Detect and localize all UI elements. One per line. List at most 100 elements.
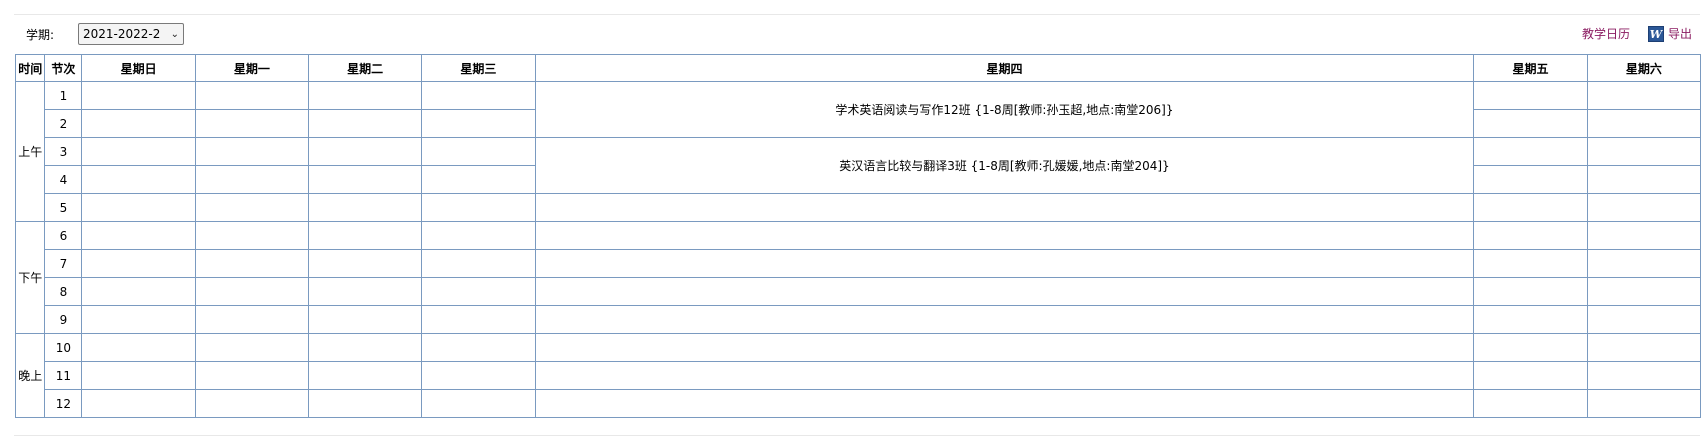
cell	[81, 249, 196, 278]
cell	[307, 165, 423, 194]
cell	[534, 361, 1475, 390]
cell	[1586, 221, 1702, 250]
header-sunday: 星期日	[81, 54, 196, 82]
cell	[534, 221, 1475, 250]
toolbar: 学期: 2021-2022-2 ⌄ 教学日历 W 导出	[14, 22, 1700, 46]
cell	[307, 249, 423, 278]
cell	[421, 137, 536, 166]
term-label: 学期:	[26, 28, 55, 42]
table-row: 下午 6	[14, 221, 1702, 334]
course-cell[interactable]: 学术英语阅读与写作12班 {1-8周[教师:孙玉超,地点:南堂206]}	[534, 81, 1475, 138]
cell	[81, 333, 196, 362]
section-number: 12	[44, 389, 83, 418]
cell	[1473, 109, 1588, 138]
cell	[421, 305, 536, 334]
cell	[1586, 137, 1702, 166]
cell	[421, 109, 536, 138]
cell	[1586, 81, 1702, 110]
header-tuesday: 星期二	[307, 54, 423, 82]
cell	[421, 249, 536, 278]
cell	[1473, 389, 1588, 418]
teaching-calendar-link[interactable]: 教学日历	[1582, 25, 1630, 42]
cell	[307, 361, 423, 390]
cell	[1586, 361, 1702, 390]
table-row: 9	[16, 305, 1702, 334]
cell	[194, 249, 309, 278]
cell	[1473, 81, 1588, 110]
cell	[534, 305, 1475, 334]
table-row: 3 英汉语言比较与翻译3班 {1-8周[教师:孔媛媛,地点:南堂204]}	[16, 137, 1702, 194]
chevron-down-icon: ⌄	[170, 28, 179, 40]
cell	[534, 333, 1475, 362]
cell	[81, 361, 196, 390]
export-link[interactable]: 导出	[1668, 25, 1692, 42]
word-icon[interactable]: W	[1647, 25, 1664, 42]
cell	[421, 277, 536, 306]
section-number: 3	[44, 137, 83, 166]
cell	[1473, 333, 1588, 362]
cell	[194, 137, 309, 166]
cell	[307, 333, 423, 362]
cell	[1586, 333, 1702, 362]
cell	[1473, 221, 1588, 250]
header-friday: 星期五	[1473, 54, 1588, 82]
cell	[81, 305, 196, 334]
cell	[194, 333, 309, 362]
cell	[421, 361, 536, 390]
cell	[421, 81, 536, 110]
section-number: 8	[44, 277, 83, 306]
header-row: 时间 节次 星期日 星期一 星期二 星期三 星期四 星期五 星期六	[14, 54, 1702, 82]
cell	[194, 221, 309, 250]
section-number: 2	[44, 109, 83, 138]
cell	[1586, 249, 1702, 278]
course-cell[interactable]: 英汉语言比较与翻译3班 {1-8周[教师:孔媛媛,地点:南堂204]}	[534, 137, 1475, 194]
cell	[1586, 389, 1702, 418]
term-select[interactable]: 2021-2022-2 ⌄	[78, 23, 184, 45]
period-morning: 上午	[14, 81, 46, 222]
cell	[307, 109, 423, 138]
cell	[194, 193, 309, 222]
cell	[194, 305, 309, 334]
cell	[1586, 277, 1702, 306]
cell	[1473, 305, 1588, 334]
timetable: 时间 节次 星期日 星期一 星期二 星期三 星期四 星期五 星期六 上午 1 学…	[14, 54, 1702, 418]
section-number: 6	[44, 221, 83, 250]
cell	[534, 193, 1475, 222]
cell	[307, 389, 423, 418]
cell	[1473, 249, 1588, 278]
toolbar-links: 教学日历 W 导出	[1582, 25, 1692, 42]
header-thursday: 星期四	[534, 54, 1475, 82]
cell	[81, 81, 196, 110]
cell	[307, 81, 423, 110]
table-row: 8	[16, 277, 1702, 306]
cell	[194, 109, 309, 138]
cell	[534, 249, 1475, 278]
table-row: 晚上 10	[14, 333, 1702, 418]
header-saturday: 星期六	[1586, 54, 1702, 82]
cell	[421, 333, 536, 362]
header-time: 时间	[14, 54, 46, 82]
cell	[307, 305, 423, 334]
cell	[1473, 193, 1588, 222]
cell	[81, 277, 196, 306]
section-number: 11	[44, 361, 83, 390]
table-row: 5	[16, 193, 1702, 222]
table-row: 12	[16, 389, 1702, 418]
cell	[194, 81, 309, 110]
cell	[1473, 361, 1588, 390]
cell	[307, 137, 423, 166]
cell	[81, 221, 196, 250]
section-number: 4	[44, 165, 83, 194]
period-afternoon: 下午	[14, 221, 46, 334]
term-select-value: 2021-2022-2	[83, 27, 161, 41]
cell	[81, 165, 196, 194]
cell	[1586, 193, 1702, 222]
section-number: 10	[44, 333, 83, 362]
section-number: 5	[44, 193, 83, 222]
cell	[194, 389, 309, 418]
cell	[307, 221, 423, 250]
cell	[81, 109, 196, 138]
cell	[307, 193, 423, 222]
table-row: 11	[16, 361, 1702, 390]
header-monday: 星期一	[194, 54, 309, 82]
